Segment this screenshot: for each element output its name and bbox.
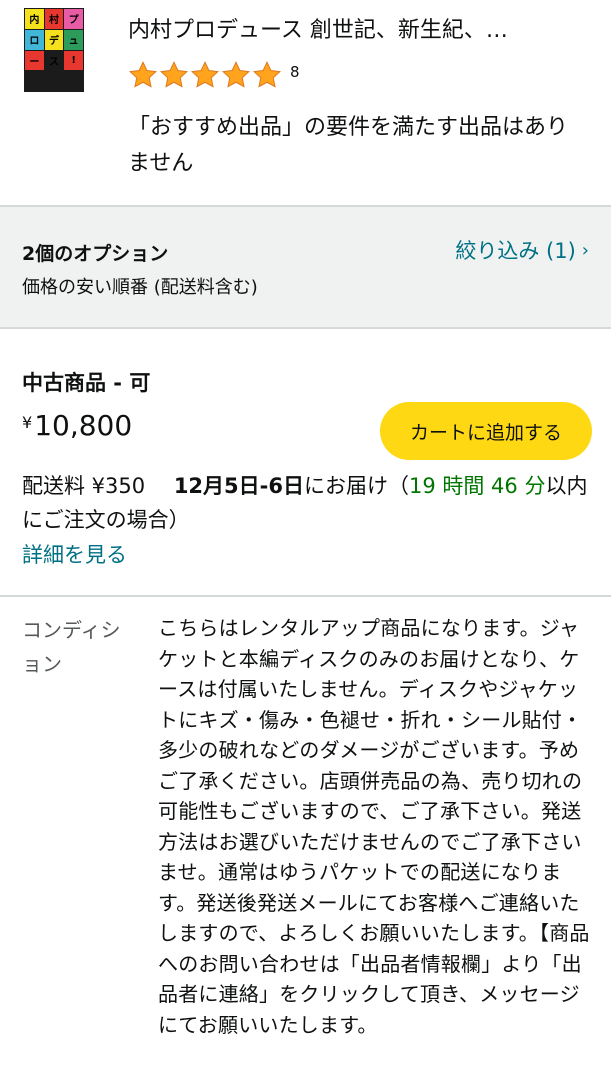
- thumbnail-tile: ロ: [25, 29, 44, 50]
- filter-button[interactable]: 絞り込み (1) ›: [455, 235, 589, 265]
- thumbnail-tile: 内: [25, 9, 44, 29]
- options-bar: 2個のオプション 価格の安い順番 (配送料含む) 絞り込み (1) ›: [0, 205, 611, 329]
- no-recommended-offer-message: 「おすすめ出品」の要件を満たす出品はありません: [128, 115, 569, 176]
- delivery-suffix: にお届け（: [303, 474, 409, 498]
- rating-count: 8: [290, 63, 300, 81]
- thumbnail-tile: 村: [44, 9, 64, 29]
- thumbnail-tile: !: [64, 50, 83, 71]
- chevron-right-icon: ›: [581, 239, 589, 261]
- divider: [0, 595, 611, 597]
- offer-condition-title: 中古商品 - 可: [22, 371, 151, 395]
- order-countdown: 19 時間 46 分: [408, 474, 546, 498]
- thumbnail-tile: プ: [64, 9, 83, 29]
- filter-label: 絞り込み (1): [455, 239, 576, 263]
- delivery-fee: 配送料 ¥350: [22, 474, 146, 498]
- add-to-cart-button[interactable]: カートに追加する: [380, 402, 592, 460]
- star-icon: [190, 61, 220, 88]
- thumbnail-tile: ー: [25, 50, 44, 71]
- condition-description: こちらはレンタルアップ商品になります。ジャケットと本編ディスクのみのお届けとなり…: [158, 616, 590, 1037]
- delivery-info: 配送料 ¥350 12月5日-6日にお届け（19 時間 46 分以内にご注文の場…: [22, 469, 597, 537]
- star-icon: [252, 61, 282, 88]
- price-amount: 10,800: [34, 409, 133, 442]
- star-icon: [128, 61, 158, 88]
- thumbnail-tile: ス: [44, 50, 64, 71]
- thumbnail-tile: デ: [44, 29, 64, 50]
- condition-label: コンディション: [22, 618, 121, 676]
- product-header: 内 村 プ ロ デ ュ ー ス ! 内村プロデュース 創世記、新生紀、… 8 「…: [0, 0, 611, 205]
- thumbnail-tile: ュ: [64, 29, 83, 50]
- star-icon: [221, 61, 251, 88]
- see-details-link[interactable]: 詳細を見る: [22, 539, 127, 569]
- star-icon: [159, 61, 189, 88]
- sort-order: 価格の安い順番 (配送料含む): [22, 277, 258, 298]
- star-rating[interactable]: 8: [128, 58, 300, 92]
- currency-symbol: ¥: [22, 413, 33, 432]
- product-title[interactable]: 内村プロデュース 創世記、新生紀、…: [128, 14, 588, 48]
- product-thumbnail[interactable]: 内 村 プ ロ デ ュ ー ス !: [24, 8, 84, 92]
- offer-price: ¥ 10,800: [22, 409, 132, 442]
- stars-group: [128, 60, 282, 90]
- delivery-date: 12月5日-6日: [173, 474, 304, 498]
- options-count: 2個のオプション: [22, 243, 169, 265]
- offer-card: 中古商品 - 可 ¥ 10,800 カートに追加する 配送料 ¥350 12月5…: [0, 329, 611, 1080]
